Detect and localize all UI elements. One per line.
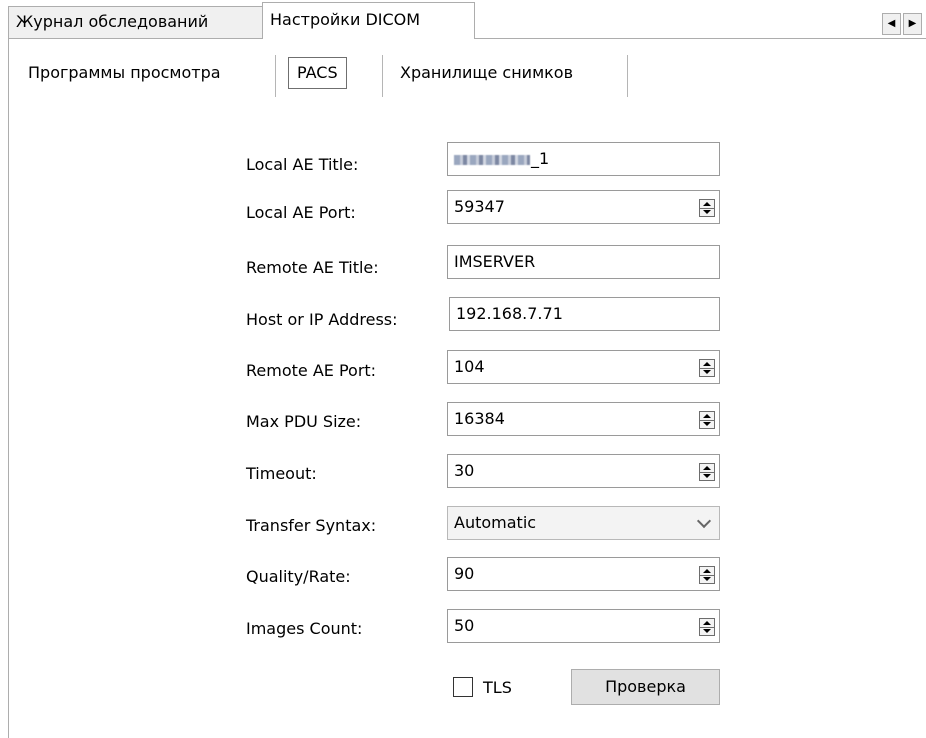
spinner-icon[interactable] bbox=[699, 359, 715, 377]
timeout-input[interactable]: 30 bbox=[447, 454, 720, 488]
tab-separator bbox=[275, 55, 276, 97]
spinner-icon[interactable] bbox=[699, 618, 715, 636]
tab-exam-journal[interactable]: Журнал обследований bbox=[8, 6, 264, 38]
quality-value: 90 bbox=[454, 564, 475, 583]
max-pdu-value: 16384 bbox=[454, 409, 505, 428]
images-count-value: 50 bbox=[454, 616, 475, 635]
tab-viewers[interactable]: Программы просмотра bbox=[20, 51, 229, 95]
transfer-syntax-value: Automatic bbox=[454, 513, 537, 532]
host-value: 192.168.7.71 bbox=[456, 304, 563, 323]
timeout-value: 30 bbox=[454, 461, 475, 480]
tab-image-storage[interactable]: Хранилище снимков bbox=[392, 51, 581, 95]
tls-checkbox[interactable] bbox=[453, 677, 473, 697]
quality-input[interactable]: 90 bbox=[447, 557, 720, 591]
redacted-text bbox=[454, 154, 530, 165]
max-pdu-input[interactable]: 16384 bbox=[447, 402, 720, 436]
host-input[interactable]: 192.168.7.71 bbox=[449, 297, 720, 331]
transfer-syntax-label: Transfer Syntax: bbox=[246, 516, 377, 535]
max-pdu-label: Max PDU Size: bbox=[246, 412, 362, 431]
remote-ae-port-value: 104 bbox=[454, 357, 485, 376]
check-connection-button[interactable]: Проверка bbox=[571, 669, 720, 705]
tab-exam-journal-label: Журнал обследований bbox=[16, 12, 209, 31]
host-label: Host or IP Address: bbox=[246, 310, 398, 329]
local-ae-title-label: Local AE Title: bbox=[246, 155, 359, 174]
tab-pacs-label: PACS bbox=[288, 57, 347, 89]
transfer-syntax-select[interactable]: Automatic bbox=[447, 506, 720, 540]
tab-image-storage-label: Хранилище снимков bbox=[400, 63, 574, 82]
chevron-down-icon bbox=[696, 513, 712, 529]
tab-dicom-settings-label: Настройки DICOM bbox=[270, 10, 421, 29]
tab-viewers-label: Программы просмотра bbox=[28, 63, 221, 82]
spinner-icon[interactable] bbox=[699, 463, 715, 481]
spinner-icon[interactable] bbox=[699, 199, 715, 217]
remote-ae-title-value: IMSERVER bbox=[454, 252, 536, 271]
remote-ae-title-label: Remote AE Title: bbox=[246, 258, 379, 277]
local-ae-title-suffix: _1 bbox=[531, 149, 550, 168]
tab-separator bbox=[382, 55, 383, 97]
timeout-label: Timeout: bbox=[246, 464, 317, 483]
tab-scroll-right-icon[interactable]: ▶ bbox=[903, 13, 922, 35]
tab-dicom-settings[interactable]: Настройки DICOM bbox=[262, 2, 475, 39]
local-ae-title-input[interactable]: _1 bbox=[447, 142, 720, 176]
spinner-icon[interactable] bbox=[699, 411, 715, 429]
remote-ae-title-input[interactable]: IMSERVER bbox=[447, 245, 720, 279]
local-ae-port-value: 59347 bbox=[454, 197, 505, 216]
spinner-icon[interactable] bbox=[699, 566, 715, 584]
remote-ae-port-label: Remote AE Port: bbox=[246, 361, 377, 380]
local-ae-port-input[interactable]: 59347 bbox=[447, 190, 720, 224]
check-connection-label: Проверка bbox=[605, 677, 686, 696]
tab-scroll-left-icon[interactable]: ◀ bbox=[882, 13, 901, 35]
local-ae-port-label: Local AE Port: bbox=[246, 203, 356, 222]
tab-pacs[interactable]: PACS bbox=[280, 51, 355, 95]
tls-label: TLS bbox=[483, 678, 512, 697]
quality-label: Quality/Rate: bbox=[246, 567, 351, 586]
tab-separator bbox=[627, 55, 628, 97]
images-count-input[interactable]: 50 bbox=[447, 609, 720, 643]
remote-ae-port-input[interactable]: 104 bbox=[447, 350, 720, 384]
images-count-label: Images Count: bbox=[246, 619, 363, 638]
